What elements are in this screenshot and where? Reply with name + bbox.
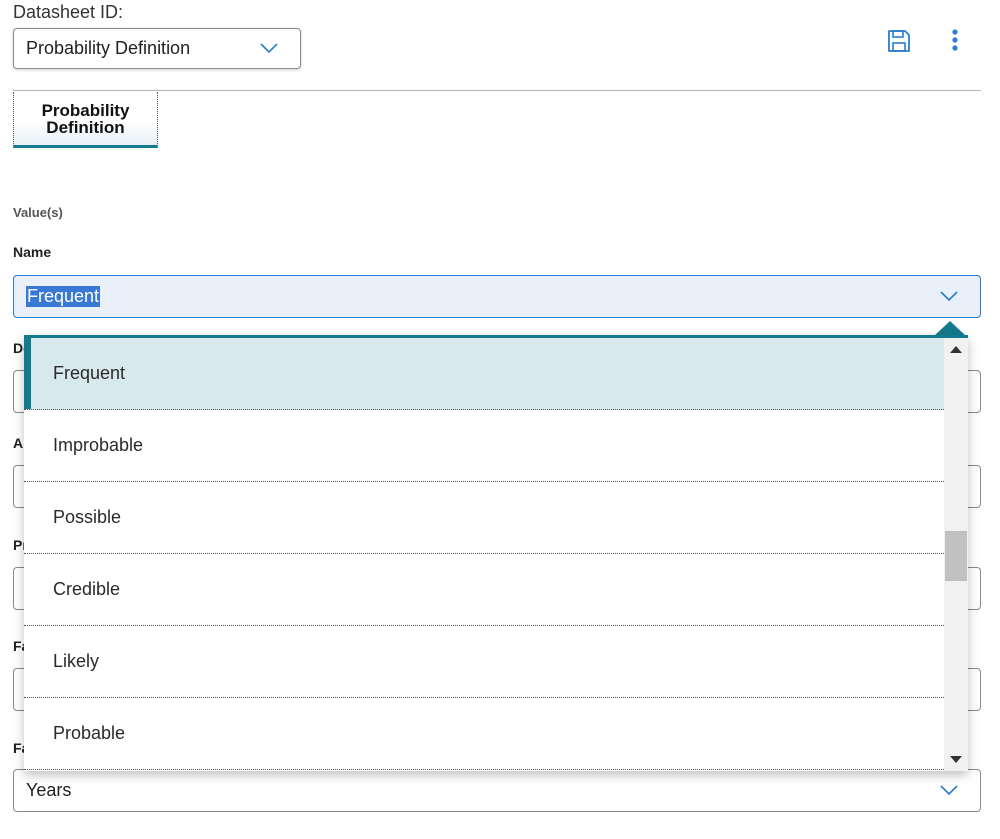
name-select[interactable]: Frequent	[13, 275, 981, 318]
years-select[interactable]: Years	[13, 769, 981, 812]
name-dropdown-panel: Frequent Improbable Possible Credible Li…	[24, 335, 968, 771]
chevron-down-icon	[940, 291, 958, 302]
save-icon[interactable]	[886, 28, 912, 54]
dropdown-pointer	[934, 321, 966, 336]
years-select-value: Years	[26, 780, 72, 800]
name-select-value: Frequent	[26, 286, 101, 307]
section-label-values: Value(s)	[13, 205, 63, 220]
dropdown-scrollbar[interactable]	[944, 338, 968, 771]
more-vertical-icon[interactable]	[946, 28, 964, 54]
dropdown-option-improbable[interactable]: Improbable	[24, 410, 944, 482]
datasheet-id-select[interactable]: Probability Definition	[13, 28, 301, 69]
datasheet-id-value: Probability Definition	[26, 38, 191, 58]
dropdown-option-likely[interactable]: Likely	[24, 626, 944, 698]
tab-probability-definition[interactable]: Probability Definition	[13, 92, 158, 148]
scrollbar-thumb[interactable]	[945, 531, 967, 581]
chevron-down-icon	[940, 785, 958, 796]
name-field-label: Name	[13, 244, 52, 260]
datasheet-id-label: Datasheet ID:	[13, 2, 124, 22]
dropdown-option-frequent[interactable]: Frequent	[24, 338, 944, 410]
tab-label: Probability Definition	[41, 100, 130, 137]
dropdown-option-probable[interactable]: Probable	[24, 698, 944, 770]
dropdown-option-possible[interactable]: Possible	[24, 482, 944, 554]
scroll-down-arrow-icon[interactable]	[950, 756, 962, 763]
header-divider	[13, 90, 981, 91]
dropdown-option-credible[interactable]: Credible	[24, 554, 944, 626]
dropdown-option-list: Frequent Improbable Possible Credible Li…	[24, 338, 944, 770]
scroll-up-arrow-icon[interactable]	[950, 346, 962, 353]
chevron-down-icon	[260, 43, 278, 54]
